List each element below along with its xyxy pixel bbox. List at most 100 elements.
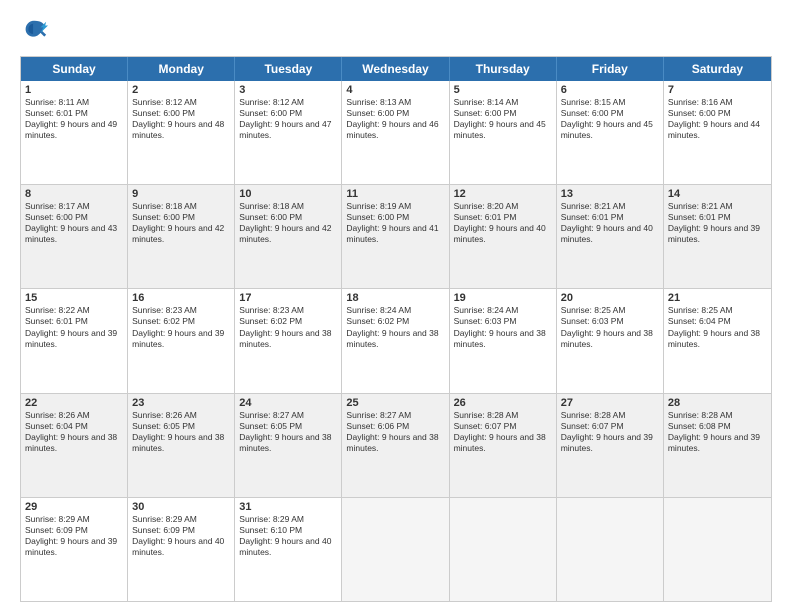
calendar-cell: 5 Sunrise: 8:14 AM Sunset: 6:00 PM Dayli… xyxy=(450,81,557,184)
day-number: 30 xyxy=(132,501,230,513)
cell-info: Sunrise: 8:24 AM Sunset: 6:03 PM Dayligh… xyxy=(454,305,552,349)
cell-info: Sunrise: 8:28 AM Sunset: 6:07 PM Dayligh… xyxy=(454,410,552,454)
cell-info: Sunrise: 8:22 AM Sunset: 6:01 PM Dayligh… xyxy=(25,305,123,349)
calendar-row: 15 Sunrise: 8:22 AM Sunset: 6:01 PM Dayl… xyxy=(21,288,771,392)
weekday-header: Wednesday xyxy=(342,57,449,81)
calendar-cell-empty xyxy=(664,498,771,601)
calendar: SundayMondayTuesdayWednesdayThursdayFrid… xyxy=(20,56,772,602)
day-number: 12 xyxy=(454,188,552,200)
logo xyxy=(20,18,50,46)
calendar-cell: 6 Sunrise: 8:15 AM Sunset: 6:00 PM Dayli… xyxy=(557,81,664,184)
calendar-cell: 26 Sunrise: 8:28 AM Sunset: 6:07 PM Dayl… xyxy=(450,394,557,497)
day-number: 9 xyxy=(132,188,230,200)
day-number: 17 xyxy=(239,292,337,304)
calendar-cell: 13 Sunrise: 8:21 AM Sunset: 6:01 PM Dayl… xyxy=(557,185,664,288)
cell-info: Sunrise: 8:15 AM Sunset: 6:00 PM Dayligh… xyxy=(561,97,659,141)
day-number: 28 xyxy=(668,397,767,409)
day-number: 27 xyxy=(561,397,659,409)
day-number: 26 xyxy=(454,397,552,409)
day-number: 18 xyxy=(346,292,444,304)
cell-info: Sunrise: 8:23 AM Sunset: 6:02 PM Dayligh… xyxy=(239,305,337,349)
calendar-cell: 22 Sunrise: 8:26 AM Sunset: 6:04 PM Dayl… xyxy=(21,394,128,497)
calendar-cell: 30 Sunrise: 8:29 AM Sunset: 6:09 PM Dayl… xyxy=(128,498,235,601)
calendar-body: 1 Sunrise: 8:11 AM Sunset: 6:01 PM Dayli… xyxy=(21,81,771,601)
calendar-page: SundayMondayTuesdayWednesdayThursdayFrid… xyxy=(0,0,792,612)
page-header xyxy=(20,18,772,46)
calendar-row: 29 Sunrise: 8:29 AM Sunset: 6:09 PM Dayl… xyxy=(21,497,771,601)
day-number: 4 xyxy=(346,84,444,96)
cell-info: Sunrise: 8:28 AM Sunset: 6:08 PM Dayligh… xyxy=(668,410,767,454)
weekday-header: Tuesday xyxy=(235,57,342,81)
calendar-row: 8 Sunrise: 8:17 AM Sunset: 6:00 PM Dayli… xyxy=(21,184,771,288)
cell-info: Sunrise: 8:21 AM Sunset: 6:01 PM Dayligh… xyxy=(668,201,767,245)
day-number: 16 xyxy=(132,292,230,304)
calendar-cell: 25 Sunrise: 8:27 AM Sunset: 6:06 PM Dayl… xyxy=(342,394,449,497)
day-number: 25 xyxy=(346,397,444,409)
calendar-cell: 3 Sunrise: 8:12 AM Sunset: 6:00 PM Dayli… xyxy=(235,81,342,184)
calendar-cell: 21 Sunrise: 8:25 AM Sunset: 6:04 PM Dayl… xyxy=(664,289,771,392)
calendar-row: 22 Sunrise: 8:26 AM Sunset: 6:04 PM Dayl… xyxy=(21,393,771,497)
cell-info: Sunrise: 8:25 AM Sunset: 6:03 PM Dayligh… xyxy=(561,305,659,349)
logo-icon xyxy=(20,18,48,46)
day-number: 19 xyxy=(454,292,552,304)
cell-info: Sunrise: 8:21 AM Sunset: 6:01 PM Dayligh… xyxy=(561,201,659,245)
calendar-cell-empty xyxy=(450,498,557,601)
cell-info: Sunrise: 8:13 AM Sunset: 6:00 PM Dayligh… xyxy=(346,97,444,141)
day-number: 24 xyxy=(239,397,337,409)
cell-info: Sunrise: 8:14 AM Sunset: 6:00 PM Dayligh… xyxy=(454,97,552,141)
day-number: 15 xyxy=(25,292,123,304)
cell-info: Sunrise: 8:24 AM Sunset: 6:02 PM Dayligh… xyxy=(346,305,444,349)
calendar-cell: 18 Sunrise: 8:24 AM Sunset: 6:02 PM Dayl… xyxy=(342,289,449,392)
day-number: 20 xyxy=(561,292,659,304)
cell-info: Sunrise: 8:20 AM Sunset: 6:01 PM Dayligh… xyxy=(454,201,552,245)
calendar-cell: 14 Sunrise: 8:21 AM Sunset: 6:01 PM Dayl… xyxy=(664,185,771,288)
weekday-header: Thursday xyxy=(450,57,557,81)
cell-info: Sunrise: 8:19 AM Sunset: 6:00 PM Dayligh… xyxy=(346,201,444,245)
calendar-cell: 24 Sunrise: 8:27 AM Sunset: 6:05 PM Dayl… xyxy=(235,394,342,497)
cell-info: Sunrise: 8:16 AM Sunset: 6:00 PM Dayligh… xyxy=(668,97,767,141)
day-number: 31 xyxy=(239,501,337,513)
calendar-cell: 7 Sunrise: 8:16 AM Sunset: 6:00 PM Dayli… xyxy=(664,81,771,184)
day-number: 6 xyxy=(561,84,659,96)
day-number: 29 xyxy=(25,501,123,513)
day-number: 22 xyxy=(25,397,123,409)
day-number: 14 xyxy=(668,188,767,200)
day-number: 7 xyxy=(668,84,767,96)
day-number: 8 xyxy=(25,188,123,200)
cell-info: Sunrise: 8:23 AM Sunset: 6:02 PM Dayligh… xyxy=(132,305,230,349)
calendar-header: SundayMondayTuesdayWednesdayThursdayFrid… xyxy=(21,57,771,81)
calendar-cell: 1 Sunrise: 8:11 AM Sunset: 6:01 PM Dayli… xyxy=(21,81,128,184)
day-number: 13 xyxy=(561,188,659,200)
cell-info: Sunrise: 8:11 AM Sunset: 6:01 PM Dayligh… xyxy=(25,97,123,141)
cell-info: Sunrise: 8:12 AM Sunset: 6:00 PM Dayligh… xyxy=(132,97,230,141)
calendar-cell-empty xyxy=(557,498,664,601)
calendar-cell: 17 Sunrise: 8:23 AM Sunset: 6:02 PM Dayl… xyxy=(235,289,342,392)
weekday-header: Saturday xyxy=(664,57,771,81)
cell-info: Sunrise: 8:27 AM Sunset: 6:06 PM Dayligh… xyxy=(346,410,444,454)
weekday-header: Monday xyxy=(128,57,235,81)
calendar-cell: 8 Sunrise: 8:17 AM Sunset: 6:00 PM Dayli… xyxy=(21,185,128,288)
calendar-cell: 23 Sunrise: 8:26 AM Sunset: 6:05 PM Dayl… xyxy=(128,394,235,497)
cell-info: Sunrise: 8:18 AM Sunset: 6:00 PM Dayligh… xyxy=(239,201,337,245)
cell-info: Sunrise: 8:26 AM Sunset: 6:05 PM Dayligh… xyxy=(132,410,230,454)
weekday-header: Friday xyxy=(557,57,664,81)
calendar-cell: 12 Sunrise: 8:20 AM Sunset: 6:01 PM Dayl… xyxy=(450,185,557,288)
cell-info: Sunrise: 8:17 AM Sunset: 6:00 PM Dayligh… xyxy=(25,201,123,245)
day-number: 11 xyxy=(346,188,444,200)
day-number: 10 xyxy=(239,188,337,200)
calendar-cell: 9 Sunrise: 8:18 AM Sunset: 6:00 PM Dayli… xyxy=(128,185,235,288)
day-number: 23 xyxy=(132,397,230,409)
calendar-cell: 10 Sunrise: 8:18 AM Sunset: 6:00 PM Dayl… xyxy=(235,185,342,288)
calendar-row: 1 Sunrise: 8:11 AM Sunset: 6:01 PM Dayli… xyxy=(21,81,771,184)
day-number: 21 xyxy=(668,292,767,304)
cell-info: Sunrise: 8:12 AM Sunset: 6:00 PM Dayligh… xyxy=(239,97,337,141)
cell-info: Sunrise: 8:28 AM Sunset: 6:07 PM Dayligh… xyxy=(561,410,659,454)
day-number: 5 xyxy=(454,84,552,96)
cell-info: Sunrise: 8:29 AM Sunset: 6:09 PM Dayligh… xyxy=(25,514,123,558)
cell-info: Sunrise: 8:29 AM Sunset: 6:09 PM Dayligh… xyxy=(132,514,230,558)
calendar-cell: 15 Sunrise: 8:22 AM Sunset: 6:01 PM Dayl… xyxy=(21,289,128,392)
calendar-cell: 19 Sunrise: 8:24 AM Sunset: 6:03 PM Dayl… xyxy=(450,289,557,392)
cell-info: Sunrise: 8:29 AM Sunset: 6:10 PM Dayligh… xyxy=(239,514,337,558)
calendar-cell: 20 Sunrise: 8:25 AM Sunset: 6:03 PM Dayl… xyxy=(557,289,664,392)
calendar-cell: 2 Sunrise: 8:12 AM Sunset: 6:00 PM Dayli… xyxy=(128,81,235,184)
